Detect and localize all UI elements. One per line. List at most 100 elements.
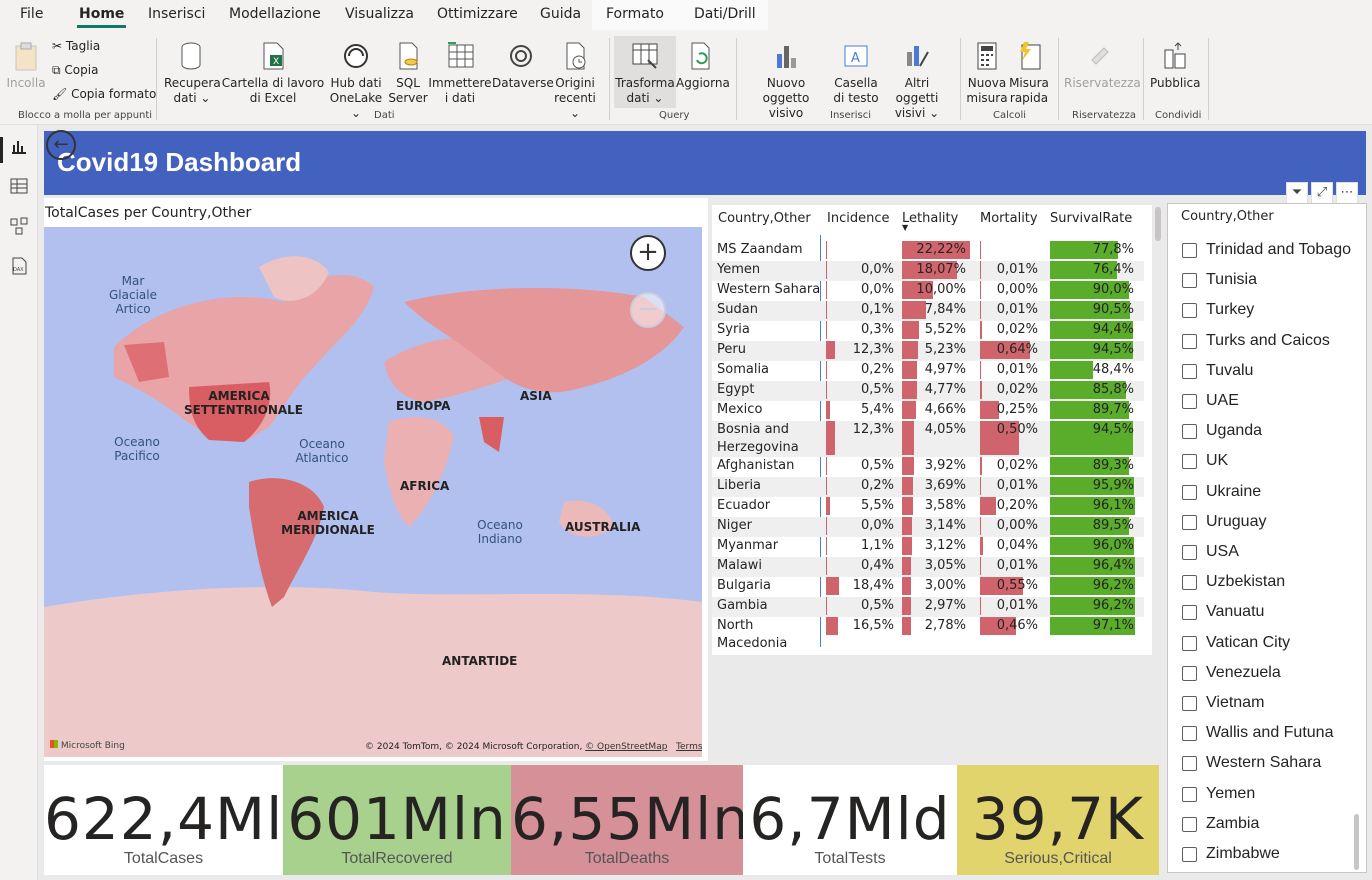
- checkbox[interactable]: [1182, 424, 1197, 440]
- zoom-in-icon[interactable]: +: [630, 235, 666, 271]
- cell-value: 0,0%: [860, 518, 894, 533]
- new-measure-button[interactable]: Nuova misura: [966, 40, 1008, 106]
- enter-data-button[interactable]: Immettere i dati: [428, 40, 492, 106]
- table-row[interactable]: Gambia 0,5% 2,97% 0,01% 96,2%: [712, 597, 1144, 617]
- col-mortality[interactable]: Mortality: [980, 211, 1038, 226]
- checkbox[interactable]: [1182, 243, 1197, 258]
- copy-button[interactable]: ⧉ Copia: [52, 63, 98, 78]
- terms-link[interactable]: Terms: [676, 742, 702, 752]
- menu-optimize[interactable]: Ottimizzare: [437, 6, 518, 22]
- table-row[interactable]: North Macedonia 16,5% 2,78% 0,46% 97,1%: [712, 617, 1144, 651]
- col-survival[interactable]: SurvivalRate: [1050, 211, 1132, 226]
- col-lethality[interactable]: Lethality: [902, 211, 958, 226]
- map-label-south-america: AMERICA MERIDIONALE: [281, 509, 375, 537]
- checkbox[interactable]: [1182, 605, 1197, 621]
- menu-file[interactable]: File: [20, 6, 43, 22]
- checkbox[interactable]: [1182, 847, 1197, 862]
- sql-button[interactable]: SQL Server: [388, 40, 428, 106]
- checkbox[interactable]: [1182, 726, 1197, 742]
- table-row[interactable]: Ecuador 5,5% 3,58% 0,20% 96,1%: [712, 497, 1144, 517]
- osm-link[interactable]: © OpenStreetMap: [585, 742, 667, 752]
- quick-measure-label: Misura rapida: [1009, 76, 1049, 105]
- menu-help[interactable]: Guida: [540, 6, 581, 22]
- menu-format[interactable]: Formato: [606, 6, 664, 22]
- back-arrow-icon[interactable]: ←: [46, 130, 76, 160]
- menu-insert[interactable]: Inserisci: [148, 6, 205, 22]
- menu-home[interactable]: Home: [76, 6, 127, 28]
- mortality-cell: 0,01%: [980, 361, 1042, 379]
- table-row[interactable]: Niger 0,0% 3,14% 0,00% 89,5%: [712, 517, 1144, 537]
- table-row[interactable]: Sudan 0,1% 7,84% 0,01% 90,5%: [712, 301, 1144, 321]
- slicer-scrollbar[interactable]: [1354, 814, 1359, 870]
- table-row[interactable]: Afghanistan 0,5% 3,92% 0,02% 89,3%: [712, 457, 1144, 477]
- copy-icon: ⧉: [52, 63, 61, 77]
- quick-measure-button[interactable]: Misura rapida: [1008, 40, 1050, 106]
- menu-view[interactable]: Visualizza: [345, 6, 414, 22]
- paste-button[interactable]: Incolla: [6, 40, 46, 91]
- transform-data-button[interactable]: Trasforma dati ⌄: [614, 36, 676, 108]
- incidence-cell: 0,2%: [826, 477, 898, 495]
- get-data-button[interactable]: Recupera dati ⌄: [164, 40, 221, 106]
- checkbox[interactable]: [1182, 454, 1197, 470]
- refresh-button[interactable]: Aggiorna: [676, 40, 730, 91]
- table-row[interactable]: Somalia 0,2% 4,97% 0,01% 48,4%: [712, 361, 1144, 381]
- checkbox[interactable]: [1182, 635, 1197, 651]
- data-bar: [980, 301, 981, 319]
- onelake-button[interactable]: Hub dati OneLake ⌄: [326, 40, 386, 121]
- table-row[interactable]: Yemen 0,0% 18,07% 0,01% 76,4%: [712, 261, 1144, 281]
- menu-modeling[interactable]: Modellazione: [229, 6, 321, 22]
- table-row[interactable]: Egypt 0,5% 4,77% 0,02% 85,8%: [712, 381, 1144, 401]
- zoom-out-icon[interactable]: −: [630, 292, 666, 328]
- dataverse-button[interactable]: Dataverse: [492, 40, 554, 91]
- cell-value: 0,00%: [996, 282, 1038, 297]
- checkbox[interactable]: [1182, 665, 1197, 681]
- table-row[interactable]: Bulgaria 18,4% 3,00% 0,55% 96,2%: [712, 577, 1144, 597]
- report-view-icon[interactable]: [10, 137, 28, 155]
- col-incidence[interactable]: Incidence: [827, 211, 889, 226]
- col-country[interactable]: Country,Other: [718, 211, 811, 226]
- more-options-icon[interactable]: ⋯: [1336, 182, 1358, 204]
- checkbox[interactable]: [1182, 363, 1197, 379]
- table-row[interactable]: Western Sahara 0,0% 10,00% 0,00% 90,0%: [712, 281, 1144, 301]
- table-row[interactable]: MS Zaandam 22,22% 77,8%: [712, 241, 1144, 261]
- checkbox[interactable]: [1182, 394, 1197, 409]
- checkbox[interactable]: [1182, 333, 1197, 349]
- textbox-button[interactable]: A Casella di testo: [828, 40, 884, 106]
- checkbox[interactable]: [1182, 816, 1197, 832]
- checkbox[interactable]: [1182, 484, 1197, 500]
- table-row[interactable]: Syria 0,3% 5,52% 0,02% 94,4%: [712, 321, 1144, 341]
- svg-text:A: A: [851, 51, 860, 66]
- focus-mode-icon[interactable]: ⤢: [1311, 182, 1333, 204]
- cell-value: 96,4%: [1092, 558, 1134, 573]
- table-scrollbar[interactable]: [1155, 207, 1161, 241]
- new-visual-button[interactable]: Nuovo oggetto visivo: [744, 40, 828, 121]
- checkbox[interactable]: [1182, 756, 1197, 772]
- table-view-icon[interactable]: [10, 177, 28, 195]
- more-visuals-button[interactable]: Altri oggetti visivi ⌄: [884, 40, 950, 121]
- excel-button[interactable]: X Cartella di lavoro di Excel: [220, 40, 326, 106]
- table-row[interactable]: Bosnia and Herzegovina 12,3% 4,05% 0,50% 94,…: [712, 421, 1144, 457]
- table-row[interactable]: Peru 12,3% 5,23% 0,64% 94,5%: [712, 341, 1144, 361]
- dax-query-icon[interactable]: DAX: [10, 257, 28, 275]
- publish-button[interactable]: Pubblica: [1150, 40, 1200, 91]
- filter-icon[interactable]: ⏷: [1286, 182, 1308, 204]
- table-row[interactable]: Malawi 0,4% 3,05% 0,01% 96,4%: [712, 557, 1144, 577]
- checkbox[interactable]: [1182, 273, 1197, 289]
- table-row[interactable]: Liberia 0,2% 3,69% 0,01% 95,9%: [712, 477, 1144, 497]
- checkbox[interactable]: [1182, 575, 1197, 591]
- checkbox[interactable]: [1182, 545, 1197, 560]
- sensitivity-button[interactable]: Riservatezza: [1064, 40, 1141, 91]
- checkbox[interactable]: [1182, 696, 1197, 711]
- model-view-icon[interactable]: [10, 217, 28, 235]
- checkbox[interactable]: [1182, 786, 1197, 802]
- recent-sources-button[interactable]: Origini recenti ⌄: [550, 40, 600, 121]
- table-row[interactable]: Myanmar 1,1% 3,12% 0,04% 96,0%: [712, 537, 1144, 557]
- format-painter-button[interactable]: 🖌 Copia formato: [52, 87, 156, 101]
- cut-button[interactable]: ✂ Taglia: [52, 39, 100, 53]
- cell-value: 77,8%: [1092, 242, 1134, 257]
- checkbox[interactable]: [1182, 514, 1197, 530]
- world-map[interactable]: Mar Glaciale Artico AMERICA SETTENTRIONA…: [44, 227, 702, 757]
- table-row[interactable]: Mexico 5,4% 4,66% 0,25% 89,7%: [712, 401, 1144, 421]
- menu-data-drill[interactable]: Dati/Drill: [694, 6, 756, 22]
- checkbox[interactable]: [1182, 303, 1197, 319]
